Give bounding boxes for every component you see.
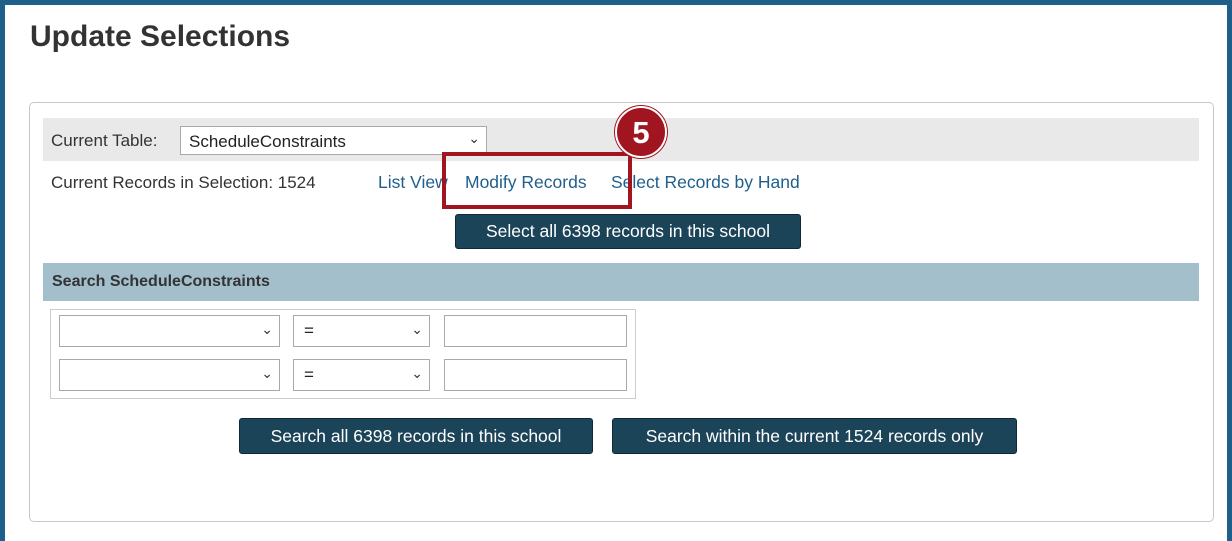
- search-within-current-button[interactable]: Search within the current 1524 records o…: [612, 418, 1017, 454]
- search-section-title: Search ScheduleConstraints: [52, 273, 270, 290]
- chevron-down-icon: ⌄: [411, 365, 423, 381]
- search-operator-value-1: =: [304, 321, 314, 340]
- list-view-link[interactable]: List View: [378, 172, 448, 193]
- current-table-value: ScheduleConstraints: [189, 132, 346, 151]
- search-operator-select-2[interactable]: = ⌄: [293, 359, 430, 391]
- chevron-down-icon: ⌄: [468, 130, 480, 146]
- chevron-down-icon: ⌄: [261, 321, 273, 337]
- search-operator-select-1[interactable]: = ⌄: [293, 315, 430, 347]
- search-value-input-2[interactable]: [444, 359, 627, 391]
- search-operator-value-2: =: [304, 365, 314, 384]
- search-value-input-1[interactable]: [444, 315, 627, 347]
- records-in-selection-label: Current Records in Selection: 1524: [51, 173, 316, 192]
- search-section-header: Search ScheduleConstraints: [43, 263, 1199, 301]
- search-all-records-button[interactable]: Search all 6398 records in this school: [239, 418, 593, 454]
- page-title: Update Selections: [30, 20, 291, 53]
- current-table-select[interactable]: ScheduleConstraints ⌄: [180, 126, 487, 155]
- chevron-down-icon: ⌄: [411, 321, 423, 337]
- select-records-by-hand-link[interactable]: Select Records by Hand: [611, 172, 800, 193]
- select-all-records-button[interactable]: Select all 6398 records in this school: [455, 214, 801, 249]
- chevron-down-icon: ⌄: [261, 365, 273, 381]
- search-field-select-1[interactable]: ⌄: [59, 315, 280, 347]
- current-table-label: Current Table:: [51, 131, 158, 150]
- search-field-select-2[interactable]: ⌄: [59, 359, 280, 391]
- step-highlight-box: [442, 152, 632, 209]
- step-number-badge: 5: [615, 106, 667, 158]
